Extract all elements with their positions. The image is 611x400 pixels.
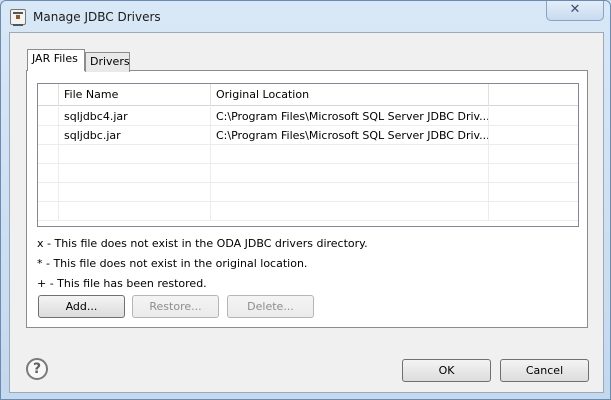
row-filler	[489, 126, 578, 145]
empty-row	[38, 145, 578, 164]
column-header-flag[interactable]	[38, 84, 59, 106]
tab-drivers[interactable]: Drivers	[85, 52, 130, 72]
dialog-content: JAR Files Drivers File Name Original Loc…	[9, 32, 604, 393]
row-file-name: sqljdbc4.jar	[59, 107, 211, 126]
empty-row	[38, 202, 578, 221]
empty-row	[38, 164, 578, 183]
table-row[interactable]: sqljdbc4.jar C:\Program Files\Microsoft …	[38, 107, 578, 126]
close-button[interactable]: ✕	[546, 1, 604, 21]
row-flag	[38, 126, 59, 145]
title-bar[interactable]: Manage JDBC Drivers ✕	[1, 1, 610, 31]
column-header-filler	[489, 84, 578, 106]
add-button[interactable]: Add...	[38, 295, 125, 318]
delete-button[interactable]: Delete...	[227, 295, 314, 318]
close-icon: ✕	[569, 2, 581, 17]
legend-missing-in-directory: x - This file does not exist in the ODA …	[37, 237, 368, 250]
row-file-name: sqljdbc.jar	[59, 126, 211, 145]
dialog-window: Manage JDBC Drivers ✕ JAR Files Drivers …	[0, 0, 611, 400]
cancel-button[interactable]: Cancel	[500, 359, 589, 382]
restore-button[interactable]: Restore...	[132, 295, 219, 318]
jar-files-table[interactable]: File Name Original Location sqljdbc4.jar…	[37, 83, 579, 227]
tab-jar-files[interactable]: JAR Files	[27, 49, 85, 71]
table-row[interactable]: sqljdbc.jar C:\Program Files\Microsoft S…	[38, 126, 578, 145]
row-flag	[38, 107, 59, 126]
column-header-file-name[interactable]: File Name	[59, 84, 211, 106]
legend-restored: + - This file has been restored.	[37, 277, 207, 290]
row-original-location: C:\Program Files\Microsoft SQL Server JD…	[211, 107, 489, 126]
dialog-title: Manage JDBC Drivers	[33, 10, 161, 24]
row-filler	[489, 107, 578, 126]
row-original-location: C:\Program Files\Microsoft SQL Server JD…	[211, 126, 489, 145]
help-icon[interactable]: ?	[26, 358, 48, 380]
legend-missing-in-original: * - This file does not exist in the orig…	[37, 257, 308, 270]
ok-button[interactable]: OK	[402, 359, 491, 382]
jdbc-driver-icon	[10, 9, 26, 26]
jar-files-panel: File Name Original Location sqljdbc4.jar…	[26, 70, 588, 328]
table-header: File Name Original Location	[38, 84, 578, 106]
empty-row	[38, 183, 578, 202]
column-header-original-location[interactable]: Original Location	[211, 84, 489, 106]
